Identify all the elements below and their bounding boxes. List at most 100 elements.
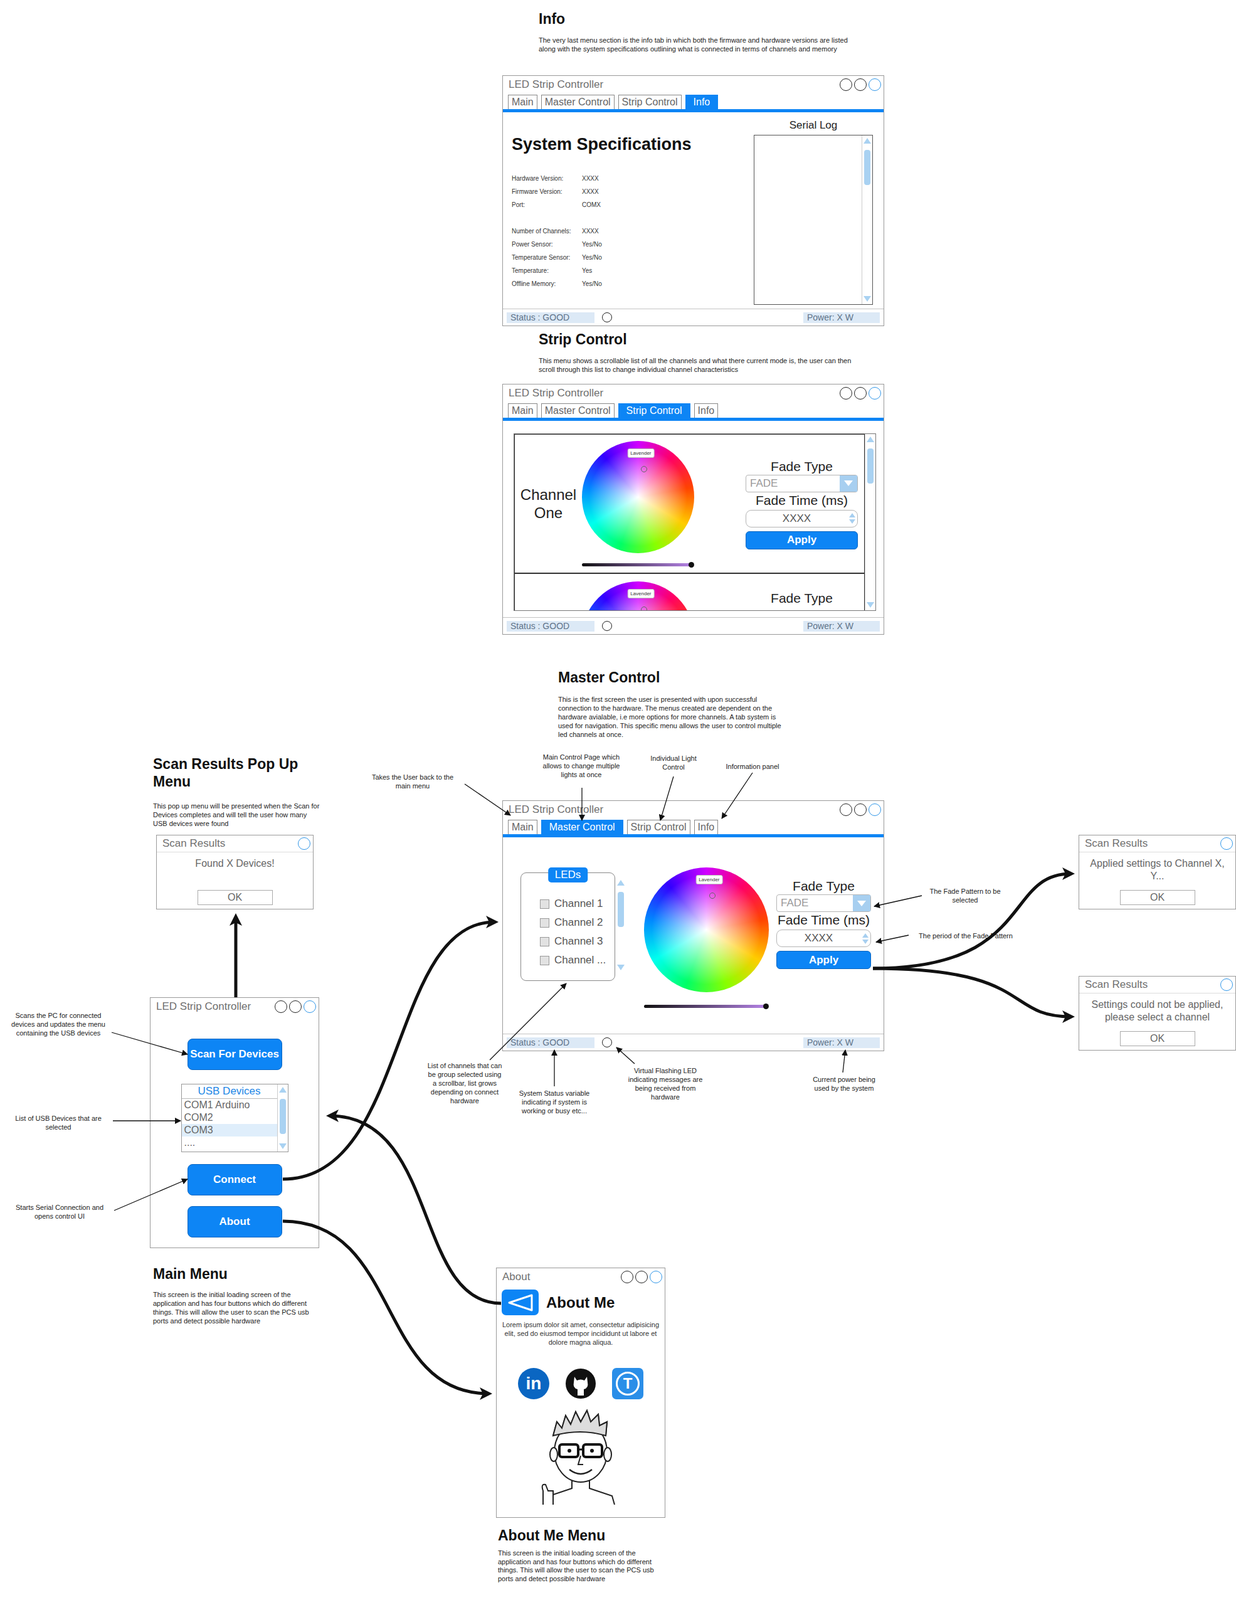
- close-icon[interactable]: [1220, 978, 1233, 991]
- fade-controls: Fade Type FADE Fade Time (ms) XXXX Apply: [745, 458, 858, 550]
- ok-button[interactable]: OK: [197, 889, 273, 905]
- tab[interactable]: Master Control: [541, 94, 615, 110]
- scroll-down-arrow-icon[interactable]: [866, 602, 875, 608]
- scroll-thumb[interactable]: [617, 891, 624, 927]
- window-control-icon[interactable]: [868, 386, 882, 400]
- scroll-thumb[interactable]: [279, 1098, 286, 1134]
- window-control-icon[interactable]: [854, 78, 867, 91]
- back-button[interactable]: [501, 1289, 539, 1316]
- log-scrollbar[interactable]: [861, 135, 873, 305]
- channel-checkbox-row[interactable]: Channel ...: [521, 950, 615, 970]
- dropdown-arrow-icon[interactable]: [839, 475, 858, 492]
- checkbox[interactable]: [539, 955, 550, 966]
- window-control-icon[interactable]: [274, 1000, 288, 1013]
- window-control-icon[interactable]: [839, 78, 853, 91]
- window-control-icon[interactable]: [868, 78, 882, 91]
- spinner-arrows-icon[interactable]: [847, 510, 858, 527]
- close-icon[interactable]: [1220, 837, 1233, 850]
- tab[interactable]: Strip Control: [627, 819, 691, 835]
- scroll-thumb[interactable]: [864, 149, 871, 185]
- fade-time-input[interactable]: XXXX: [745, 509, 858, 528]
- checkbox[interactable]: [539, 918, 550, 928]
- scroll-up-arrow-icon[interactable]: [617, 879, 625, 886]
- window-control-icon[interactable]: [620, 1270, 634, 1284]
- scroll-down-arrow-icon[interactable]: [279, 1143, 287, 1149]
- tumblr-icon[interactable]: T: [612, 1367, 644, 1400]
- window-control-icon[interactable]: [839, 803, 853, 816]
- usb-device-item[interactable]: ....: [181, 1136, 278, 1149]
- color-wheel[interactable]: Lavender: [581, 581, 695, 611]
- window-control-icon[interactable]: [303, 1000, 317, 1013]
- color-marker[interactable]: [709, 892, 716, 899]
- fade-type-label: Fade Type: [745, 590, 858, 607]
- checkbox[interactable]: [539, 899, 550, 909]
- channel-checkbox-row[interactable]: Channel 2: [521, 913, 615, 932]
- slider-knob[interactable]: [688, 561, 695, 568]
- brightness-slider[interactable]: [581, 563, 692, 567]
- tab-bar: MainMaster ControlStrip ControlInfo: [502, 93, 884, 110]
- window-control-icon[interactable]: [854, 386, 867, 400]
- channel-scrollbar[interactable]: [864, 433, 876, 611]
- connect-button[interactable]: Connect: [187, 1163, 283, 1196]
- tab[interactable]: Main: [507, 94, 538, 110]
- back-arrow-icon[interactable]: [506, 1293, 535, 1312]
- scroll-thumb[interactable]: [867, 448, 874, 484]
- color-marker[interactable]: [640, 465, 648, 473]
- fade-type-dropdown[interactable]: FADE: [745, 474, 858, 493]
- color-marker[interactable]: [640, 606, 648, 611]
- apply-button[interactable]: Apply: [776, 950, 872, 969]
- usb-device-list[interactable]: USB Devices COM1 ArduinoCOM2COM3....: [181, 1083, 289, 1152]
- fade-type-dropdown[interactable]: FADE: [776, 894, 872, 912]
- usb-device-item[interactable]: COM3: [181, 1123, 278, 1137]
- popup-title: Scan Results: [1084, 837, 1148, 850]
- usb-device-item[interactable]: COM2: [181, 1111, 278, 1124]
- window-control-icon[interactable]: [635, 1270, 648, 1284]
- color-wheel[interactable]: Lavender: [644, 867, 769, 993]
- window-control-icon[interactable]: [854, 803, 867, 816]
- scan-button[interactable]: Scan For Devices: [187, 1038, 283, 1070]
- slider-knob[interactable]: [763, 1003, 769, 1009]
- scroll-up-arrow-icon[interactable]: [863, 137, 872, 144]
- tab[interactable]: Strip Control: [618, 403, 691, 418]
- window-control-icon[interactable]: [839, 386, 853, 400]
- channel-checkbox-row[interactable]: Channel 3: [521, 931, 615, 951]
- window-control-icon[interactable]: [868, 803, 882, 816]
- tab[interactable]: Info: [685, 94, 719, 110]
- tab[interactable]: Info: [694, 403, 719, 418]
- fade-type-label: Fade Type: [745, 458, 858, 475]
- ok-button[interactable]: OK: [1119, 889, 1196, 905]
- fade-time-input[interactable]: XXXX: [776, 929, 872, 947]
- scan-results-popup: Scan Results Settings could not be appli…: [1078, 975, 1236, 1051]
- usb-scrollbar[interactable]: [277, 1084, 288, 1152]
- brightness-slider[interactable]: [644, 1004, 767, 1008]
- tab[interactable]: Master Control: [541, 819, 624, 835]
- tab[interactable]: Strip Control: [618, 94, 682, 110]
- github-icon[interactable]: [565, 1367, 597, 1400]
- window-control-icon[interactable]: [649, 1270, 663, 1284]
- tab[interactable]: Master Control: [541, 403, 615, 418]
- checkbox[interactable]: [539, 936, 550, 947]
- about-button[interactable]: About: [187, 1205, 283, 1238]
- color-wheel[interactable]: Lavender: [581, 440, 695, 554]
- usb-device-item[interactable]: COM1 Arduino: [181, 1098, 278, 1112]
- ok-button[interactable]: OK: [1119, 1030, 1196, 1046]
- close-icon[interactable]: [297, 837, 311, 850]
- led-scrollbar[interactable]: [615, 877, 626, 973]
- spinner-arrows-icon[interactable]: [860, 929, 871, 947]
- window-control-icon[interactable]: [289, 1000, 302, 1013]
- serial-log-box[interactable]: [753, 134, 873, 305]
- window-title: LED Strip Controller: [156, 1000, 251, 1013]
- scroll-up-arrow-icon[interactable]: [279, 1086, 287, 1093]
- window-controls: [274, 1000, 317, 1013]
- channel-checkbox-row[interactable]: Channel 1: [521, 894, 615, 914]
- scroll-down-arrow-icon[interactable]: [863, 295, 872, 302]
- tab[interactable]: Main: [507, 403, 538, 418]
- apply-button[interactable]: Apply: [745, 531, 858, 550]
- scroll-down-arrow-icon[interactable]: [617, 964, 625, 971]
- dropdown-arrow-icon[interactable]: [852, 894, 871, 912]
- scroll-up-arrow-icon[interactable]: [866, 436, 875, 443]
- linkedin-icon[interactable]: in: [517, 1367, 550, 1400]
- tab[interactable]: Main: [507, 819, 538, 835]
- section-heading: Main Menu: [153, 1264, 228, 1283]
- tab[interactable]: Info: [694, 819, 719, 835]
